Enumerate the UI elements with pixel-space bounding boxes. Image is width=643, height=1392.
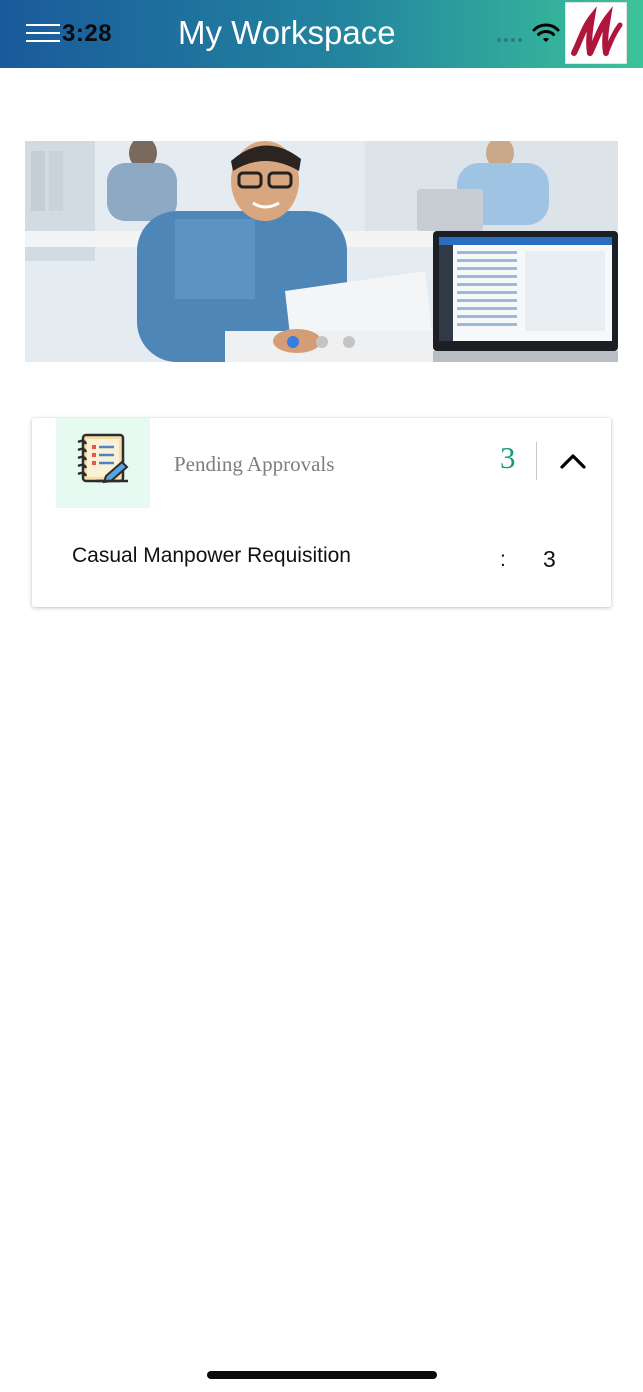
app-header: 3:28 My Workspace: [0, 0, 643, 68]
carousel-dot-1[interactable]: [287, 336, 299, 348]
home-indicator[interactable]: [207, 1371, 437, 1379]
banner-illustration: [25, 141, 618, 362]
pending-approvals-card: Pending Approvals 3 Casual Manpower Requ…: [32, 418, 611, 607]
carousel-dot-3[interactable]: [343, 336, 355, 348]
wifi-icon: [532, 23, 560, 42]
status-time: 3:28: [62, 20, 113, 47]
card-title: Pending Approvals: [174, 452, 335, 476]
page-title: My Workspace: [178, 14, 396, 51]
banner-image: [25, 141, 618, 362]
carousel-dot-2[interactable]: [316, 336, 328, 348]
list-item-label[interactable]: Casual Manpower Requisition: [72, 544, 351, 568]
list-item-separator: :: [500, 548, 506, 571]
list-item-count[interactable]: 3: [543, 546, 556, 573]
menu-icon[interactable]: [26, 24, 62, 44]
marriott-logo-icon: [571, 6, 623, 56]
chevron-up-icon[interactable]: [558, 452, 588, 470]
company-logo[interactable]: [565, 2, 627, 64]
notebook-checklist-icon: [56, 418, 150, 508]
cellular-signal-icon: [497, 38, 525, 42]
card-divider: [536, 442, 537, 480]
pending-count: 3: [500, 440, 516, 475]
